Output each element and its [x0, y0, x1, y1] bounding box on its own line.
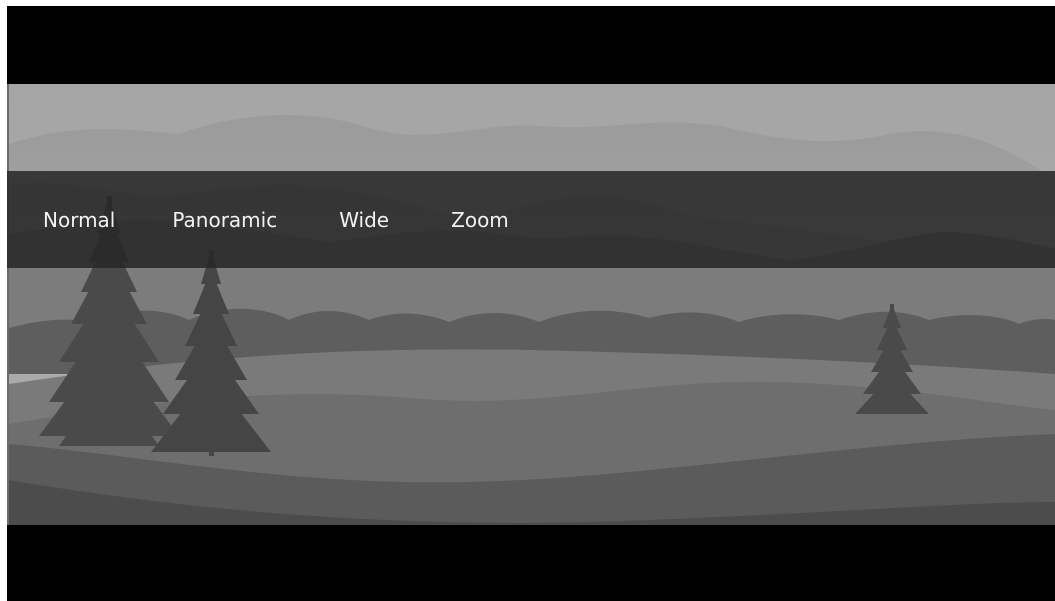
landscape-image [7, 84, 1055, 525]
mode-option-panoramic[interactable]: Panoramic [172, 208, 277, 232]
mode-option-wide[interactable]: Wide [339, 208, 389, 232]
mode-option-zoom[interactable]: Zoom [451, 208, 509, 232]
video-viewer: Normal Panoramic Wide Zoom [7, 6, 1055, 601]
display-mode-bar: Normal Panoramic Wide Zoom [7, 171, 1055, 268]
landscape-illustration [9, 84, 1055, 525]
mode-option-normal[interactable]: Normal [43, 208, 115, 232]
